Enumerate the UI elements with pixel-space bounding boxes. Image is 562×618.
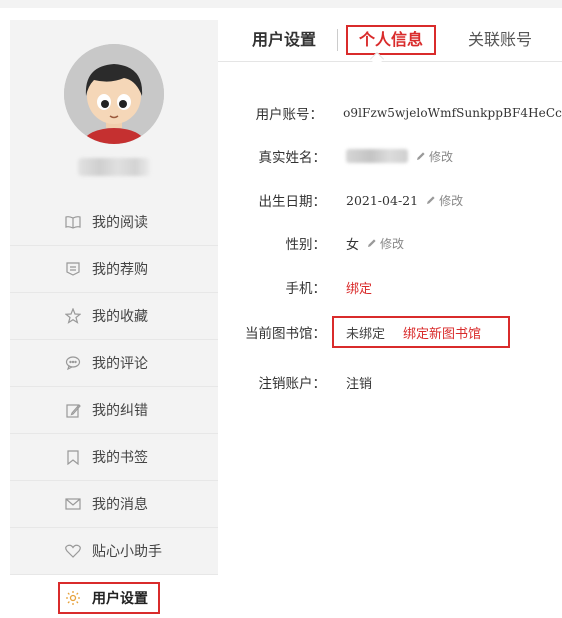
- gender-label: 性别：: [285, 237, 327, 253]
- highlight-box-library: [332, 316, 510, 348]
- pencil-icon: [417, 152, 425, 160]
- bookmark-icon: [64, 448, 82, 466]
- pencil-icon: [368, 239, 376, 247]
- highlight-box-personal-info: [346, 25, 436, 55]
- sidebar-item-label: 我的纠错: [92, 403, 148, 419]
- username-blurred: [78, 158, 150, 176]
- realname-blurred: [346, 149, 408, 163]
- realname-label: 真实姓名：: [258, 150, 327, 166]
- edit-label: 修改: [439, 193, 464, 208]
- sidebar-item-label: 我的书签: [92, 450, 148, 466]
- sidebar-nav: 我的阅读 我的荐购 我的收藏 我的评论 我的纠错 我的书签 我的消息 贴心小助手…: [10, 199, 218, 618]
- birthdate-value: 2021-04-21: [346, 192, 419, 208]
- comment-icon: [64, 354, 82, 372]
- book-icon: [64, 213, 82, 231]
- phone-value-wrap: 绑定: [346, 278, 372, 297]
- mail-icon: [64, 495, 82, 513]
- realname-edit-link[interactable]: 修改: [416, 148, 453, 165]
- library-label: 当前图书馆：: [245, 326, 326, 342]
- row-cancel-account: 注销账户： 注销: [218, 370, 562, 394]
- star-icon: [64, 307, 82, 325]
- row-gender: 性别： 女 修改: [218, 231, 562, 255]
- edit-label: 修改: [429, 149, 454, 164]
- sidebar-item-my-recommend[interactable]: 我的荐购: [10, 246, 218, 293]
- row-birthdate: 出生日期： 2021-04-21 修改: [218, 188, 562, 212]
- sidebar-item-my-messages[interactable]: 我的消息: [10, 481, 218, 528]
- sidebar: 我的阅读 我的荐购 我的收藏 我的评论 我的纠错 我的书签 我的消息 贴心小助手…: [10, 20, 218, 618]
- edit-icon: [64, 401, 82, 419]
- sidebar-item-label: 我的荐购: [92, 262, 148, 278]
- tab-linked-accounts[interactable]: 关联账号: [468, 20, 532, 62]
- account-label: 用户账号：: [255, 107, 324, 123]
- phone-bind-link[interactable]: 绑定: [346, 278, 372, 297]
- row-account: 用户账号： o9lFzw5wjeloWmfSunkppBF4HeCc: [218, 101, 562, 125]
- birthdate-edit-link[interactable]: 修改: [426, 192, 463, 209]
- tab-user-settings[interactable]: 用户设置: [252, 20, 316, 62]
- sidebar-item-label: 我的阅读: [92, 215, 148, 231]
- account-value: o9lFzw5wjeloWmfSunkppBF4HeCc: [343, 106, 562, 120]
- cancel-account-label: 注销账户：: [258, 376, 327, 392]
- pencil-icon: [427, 196, 435, 204]
- tab-bar: 用户设置 个人信息 关联账号: [218, 20, 562, 67]
- avatar[interactable]: [64, 44, 164, 144]
- sidebar-item-my-reading[interactable]: 我的阅读: [10, 199, 218, 246]
- birthdate-value-wrap: 2021-04-21 修改: [346, 192, 463, 209]
- gender-value: 女: [346, 237, 360, 253]
- sidebar-item-my-comments[interactable]: 我的评论: [10, 340, 218, 387]
- birthdate-label: 出生日期：: [258, 194, 327, 210]
- row-realname: 真实姓名： 修改: [218, 144, 562, 168]
- heart-icon: [64, 542, 82, 560]
- edit-label: 修改: [380, 236, 405, 251]
- sidebar-item-label: 我的评论: [92, 356, 148, 372]
- tab-divider: [337, 29, 338, 51]
- sidebar-item-my-favorites[interactable]: 我的收藏: [10, 293, 218, 340]
- phone-label: 手机：: [285, 281, 327, 297]
- gender-value-wrap: 女 修改: [346, 234, 404, 253]
- sidebar-item-my-corrections[interactable]: 我的纠错: [10, 387, 218, 434]
- top-strip: [0, 0, 562, 8]
- sidebar-item-label: 我的消息: [92, 497, 148, 513]
- sidebar-item-my-bookmarks[interactable]: 我的书签: [10, 434, 218, 481]
- cancel-account-value-wrap: 注销: [346, 373, 372, 392]
- sidebar-item-assistant[interactable]: 贴心小助手: [10, 528, 218, 575]
- highlight-box-user-settings: [58, 582, 160, 614]
- row-phone: 手机： 绑定: [218, 275, 562, 299]
- realname-value: 修改: [346, 148, 453, 165]
- recommend-icon: [64, 260, 82, 278]
- sidebar-item-label: 我的收藏: [92, 309, 148, 325]
- cancel-account-link[interactable]: 注销: [346, 373, 372, 392]
- sidebar-item-label: 贴心小助手: [92, 544, 162, 560]
- gender-edit-link[interactable]: 修改: [367, 235, 404, 252]
